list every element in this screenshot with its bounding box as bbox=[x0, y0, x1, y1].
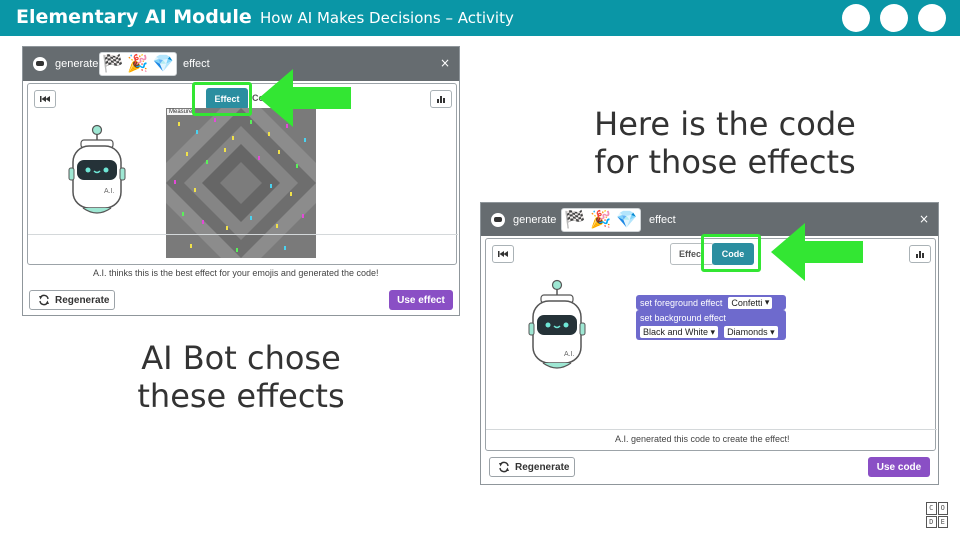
use-effect-button[interactable]: Use effect bbox=[389, 290, 453, 310]
close-icon[interactable]: × bbox=[440, 56, 450, 70]
logo-letter: O bbox=[937, 502, 948, 515]
robot-label: A.I. bbox=[564, 351, 575, 358]
logo-letter: E bbox=[937, 515, 948, 528]
logo-letter: C bbox=[926, 502, 937, 515]
code-window: generate 🏁 🎉 💎 effect × Effect Code A.I.… bbox=[480, 202, 939, 485]
caption-line: for those effects bbox=[594, 142, 856, 181]
effect-label: effect bbox=[649, 214, 676, 226]
ai-bot-illustration bbox=[528, 279, 586, 369]
banner-dot-icon bbox=[918, 4, 946, 32]
caption-line: AI Bot chose bbox=[141, 339, 341, 377]
bar-chart-icon bbox=[437, 96, 445, 103]
caption-line: these effects bbox=[137, 376, 345, 415]
foreground-dropdown[interactable]: Confetti ▾ bbox=[728, 296, 773, 309]
emoji-selector[interactable]: 🏁 🎉 💎 bbox=[99, 52, 177, 76]
party-popper-icon: 🎉 bbox=[127, 53, 149, 74]
robot-label: A.I. bbox=[104, 188, 115, 195]
dropdown-value: Confetti bbox=[731, 297, 763, 308]
window-header: generate 🏁 🎉 💎 effect × bbox=[23, 47, 459, 81]
block-label: set foreground effect bbox=[640, 297, 723, 308]
close-icon[interactable]: × bbox=[919, 212, 929, 226]
effect-preview: Measure bbox=[166, 108, 316, 258]
banner-dot-icon bbox=[842, 4, 870, 32]
rewind-button[interactable] bbox=[34, 90, 56, 108]
dropdown-value: Diamonds bbox=[727, 327, 768, 337]
banner-dot-icon bbox=[880, 4, 908, 32]
regenerate-button[interactable]: Regenerate bbox=[29, 290, 115, 310]
ai-bot-icon bbox=[33, 57, 47, 71]
stats-button[interactable] bbox=[909, 245, 931, 263]
regenerate-label: Regenerate bbox=[55, 294, 110, 306]
window-header: generate 🏁 🎉 💎 effect × bbox=[481, 203, 938, 236]
code-caption: Here is the code for those effects bbox=[582, 105, 868, 182]
generate-label: generate bbox=[55, 58, 99, 70]
rewind-icon bbox=[40, 96, 50, 102]
refresh-icon bbox=[499, 461, 509, 473]
gem-icon: 💎 bbox=[616, 209, 638, 230]
background-effect-block[interactable]: set background effect Black and White ▾ … bbox=[636, 310, 786, 340]
activity-subtitle: How AI Makes Decisions – Activity bbox=[260, 9, 514, 27]
palette-dropdown[interactable]: Black and White ▾ bbox=[640, 326, 719, 338]
dropdown-value: Black and White bbox=[643, 327, 709, 337]
top-banner: Elementary AI Module How AI Makes Decisi… bbox=[0, 0, 960, 36]
generate-label: generate bbox=[513, 214, 557, 226]
highlight-box bbox=[192, 82, 252, 116]
effect-label: effect bbox=[183, 58, 210, 70]
module-title: Elementary AI Module bbox=[16, 6, 252, 28]
logo-letter: D bbox=[926, 515, 937, 528]
effects-caption: AI Bot chose these effects bbox=[110, 339, 372, 416]
pattern-dropdown[interactable]: Diamonds ▾ bbox=[724, 326, 778, 338]
ai-bot-illustration bbox=[68, 124, 126, 214]
green-arrow-icon bbox=[771, 223, 863, 281]
measure-label: Measure bbox=[167, 109, 195, 115]
status-message: A.I. generated this code to create the e… bbox=[615, 434, 790, 444]
effect-window: generate 🏁 🎉 💎 effect × Effect Code bbox=[22, 46, 460, 316]
gem-icon: 💎 bbox=[152, 53, 174, 74]
code-org-logo: C O D E bbox=[926, 502, 948, 528]
checkered-flag-icon: 🏁 bbox=[102, 53, 124, 74]
caption-line: Here is the code bbox=[594, 105, 856, 143]
emoji-selector[interactable]: 🏁 🎉 💎 bbox=[561, 208, 641, 232]
rewind-button[interactable] bbox=[492, 245, 514, 263]
party-popper-icon: 🎉 bbox=[590, 209, 612, 230]
green-arrow-icon bbox=[259, 69, 351, 127]
checkered-flag-icon: 🏁 bbox=[564, 209, 586, 230]
block-label: set background effect bbox=[640, 313, 726, 323]
bar-chart-icon bbox=[916, 251, 924, 258]
stats-button[interactable] bbox=[430, 90, 452, 108]
ai-bot-icon bbox=[491, 213, 505, 227]
divider bbox=[28, 234, 458, 235]
regenerate-button[interactable]: Regenerate bbox=[489, 457, 575, 477]
rewind-icon bbox=[498, 251, 508, 257]
use-code-button[interactable]: Use code bbox=[868, 457, 930, 477]
refresh-icon bbox=[39, 294, 49, 306]
diamonds-confetti-preview bbox=[166, 108, 316, 258]
status-message: A.I. thinks this is the best effect for … bbox=[93, 268, 379, 278]
regenerate-label: Regenerate bbox=[515, 461, 570, 473]
divider bbox=[486, 429, 937, 430]
highlight-box bbox=[701, 234, 761, 272]
foreground-effect-block[interactable]: set foreground effect Confetti ▾ bbox=[636, 295, 786, 310]
